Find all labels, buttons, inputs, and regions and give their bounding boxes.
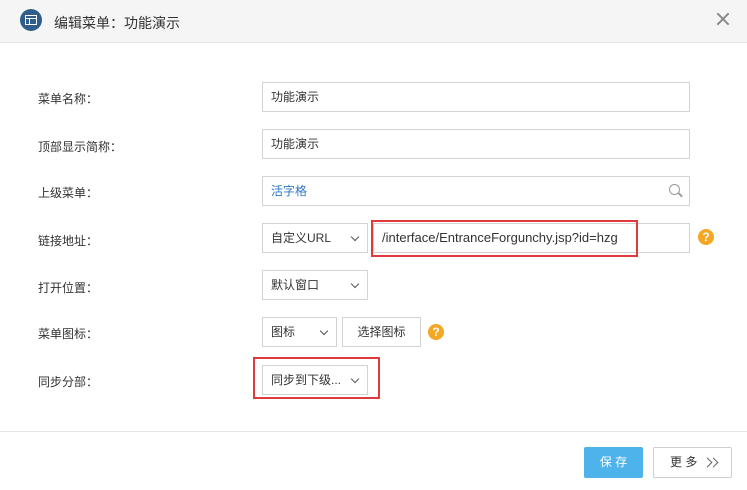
dialog-titlebar: 编辑菜单：功能演示	[0, 0, 747, 43]
top-short-name-label: 顶部显示简称：	[38, 140, 123, 154]
sync-highlight-box	[253, 357, 380, 399]
menu-name-input[interactable]: 功能演示	[262, 82, 690, 112]
help-icon[interactable]: ?	[428, 324, 444, 340]
menu-icon-value: 图标	[271, 325, 296, 339]
top-short-name-input[interactable]: 功能演示	[262, 129, 690, 159]
chevron-down-icon	[350, 232, 360, 242]
more-button-label: 更 多	[670, 455, 698, 469]
link-type-value: 自定义URL	[271, 231, 332, 245]
parent-menu-input[interactable]: 活字格	[262, 176, 690, 206]
dialog-title: 编辑菜单：功能演示	[54, 15, 180, 31]
menu-name-label: 菜单名称：	[38, 92, 99, 106]
sync-branch-label: 同步分部：	[38, 375, 99, 389]
footer-divider	[0, 431, 747, 432]
open-position-select[interactable]: 默认窗口	[262, 270, 368, 300]
top-short-name-value: 功能演示	[271, 137, 320, 151]
menu-name-value: 功能演示	[271, 90, 320, 104]
save-button[interactable]: 保 存	[584, 447, 643, 478]
chevron-down-icon	[350, 279, 360, 289]
edit-menu-dialog: 编辑菜单：功能演示 菜单名称： 功能演示 顶部显示简称： 功能演示 上级菜单： …	[0, 0, 747, 490]
menu-icon-label: 菜单图标：	[38, 327, 99, 341]
url-highlight-box	[371, 220, 638, 257]
help-icon[interactable]: ?	[698, 229, 714, 245]
open-position-label: 打开位置：	[38, 281, 99, 295]
search-icon[interactable]	[669, 184, 683, 198]
choose-icon-button[interactable]: 选择图标	[342, 317, 421, 347]
chevron-down-icon	[319, 326, 329, 336]
parent-menu-label: 上级菜单：	[38, 186, 99, 200]
close-icon[interactable]	[714, 10, 732, 28]
open-position-value: 默认窗口	[271, 278, 320, 292]
more-button[interactable]: 更 多	[653, 447, 732, 478]
window-icon	[20, 9, 42, 31]
link-type-select[interactable]: 自定义URL	[262, 223, 368, 253]
menu-icon-select[interactable]: 图标	[262, 317, 337, 347]
link-address-label: 链接地址：	[38, 234, 99, 248]
parent-menu-value: 活字格	[271, 184, 308, 198]
